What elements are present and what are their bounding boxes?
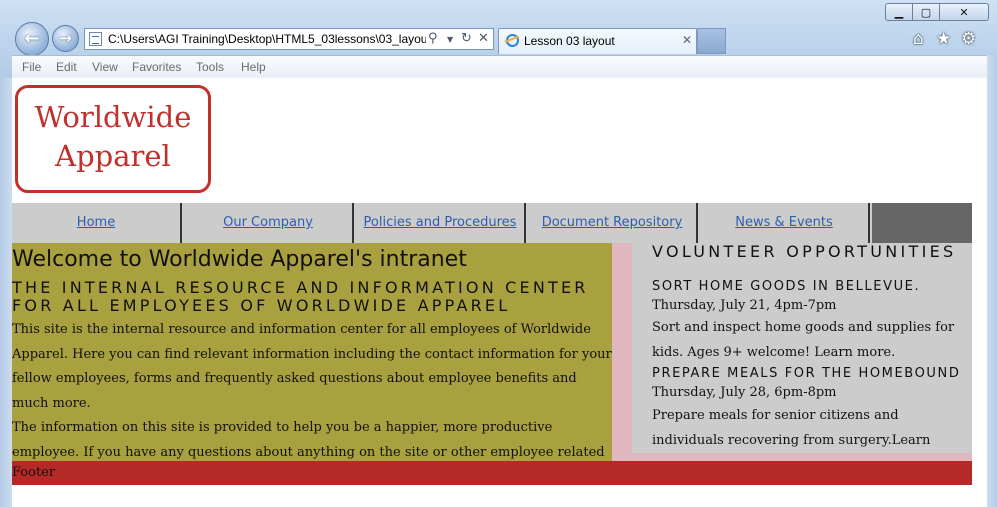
address-text[interactable]: C:\Users\AGI Training\Desktop\HTML5_03le… — [108, 32, 426, 46]
window-frame-right — [987, 55, 997, 507]
menu-view[interactable]: View — [92, 60, 118, 74]
tab-title: Lesson 03 layout — [524, 34, 615, 48]
event-date: Thursday, July 21, 4pm-7pm — [652, 298, 837, 313]
nav-filler — [872, 203, 972, 243]
event-title: PREPARE MEALS FOR THE HOMEBOUND — [652, 366, 961, 381]
nav-link-news-events[interactable]: News & Events — [700, 203, 870, 243]
event-description: Sort and inspect home goods and supplies… — [652, 320, 955, 360]
nav-link-document-repository[interactable]: Document Repository — [528, 203, 698, 243]
page-icon — [89, 32, 102, 46]
search-icon[interactable]: ⚲ — [428, 31, 438, 46]
close-window-button[interactable]: ✕ — [939, 3, 989, 21]
address-bar[interactable]: C:\Users\AGI Training\Desktop\HTML5_03le… — [84, 28, 494, 50]
intro-paragraph: This site is the internal resource and i… — [12, 322, 612, 411]
back-button[interactable]: ← — [15, 22, 49, 56]
favorites-icon[interactable]: ★ — [936, 29, 951, 49]
logo[interactable]: Worldwide Apparel — [15, 85, 211, 193]
forward-button[interactable]: → — [52, 25, 79, 52]
gear-icon[interactable]: ⚙ — [961, 29, 976, 49]
page-viewport[interactable]: Worldwide Apparel Home Our Company Polic… — [12, 78, 987, 507]
stop-icon[interactable]: ✕ — [478, 31, 489, 46]
menu-edit[interactable]: Edit — [56, 60, 77, 74]
page-title: Welcome to Worldwide Apparel's intranet — [12, 247, 467, 272]
footer: Footer — [12, 461, 972, 485]
ie-icon — [506, 34, 519, 47]
event-title: SORT HOME GOODS IN BELLEVUE. — [652, 279, 921, 294]
event-date: Thursday, July 28, 6pm-8pm — [652, 385, 837, 400]
nav-link-our-company[interactable]: Our Company — [184, 203, 354, 243]
menu-favorites[interactable]: Favorites — [132, 60, 181, 74]
sidebar-heading: VOLUNTEER OPPORTUNITIES — [652, 242, 957, 261]
browser-chrome: ▁ ▢ ✕ ← → C:\Users\AGI Training\Desktop\… — [0, 0, 997, 78]
sidebar-margin — [612, 243, 632, 461]
home-icon[interactable]: ⌂ — [913, 29, 924, 49]
menu-help[interactable]: Help — [241, 60, 266, 74]
page-subtitle: THE INTERNAL RESOURCE AND INFORMATION CE… — [12, 278, 589, 315]
nav-link-policies[interactable]: Policies and Procedures — [356, 203, 526, 243]
menu-bar: File Edit View Favorites Tools Help — [12, 55, 987, 78]
close-tab-icon[interactable]: ✕ — [682, 33, 692, 47]
menu-tools[interactable]: Tools — [196, 60, 224, 74]
footer-text: Footer — [12, 465, 56, 480]
maximize-button[interactable]: ▢ — [912, 3, 940, 21]
sidebar-margin-bottom — [632, 453, 972, 461]
logo-line-1: Worldwide — [34, 100, 192, 134]
refresh-icon[interactable]: ↻ — [461, 31, 472, 46]
new-tab-button[interactable] — [697, 28, 726, 54]
nav-link-home[interactable]: Home — [12, 203, 182, 243]
menu-file[interactable]: File — [22, 60, 41, 74]
tab-lesson-03-layout[interactable]: Lesson 03 layout ✕ — [498, 28, 697, 54]
main-content: Welcome to Worldwide Apparel's intranet … — [12, 243, 612, 484]
chevron-down-icon[interactable]: ▼ — [447, 35, 453, 44]
main-navigation: Home Our Company Policies and Procedures… — [12, 203, 972, 243]
minimize-button[interactable]: ▁ — [885, 3, 913, 21]
window-frame-left — [0, 78, 12, 507]
logo-line-2: Apparel — [55, 139, 171, 173]
sidebar: VOLUNTEER OPPORTUNITIES SORT HOME GOODS … — [632, 242, 972, 472]
